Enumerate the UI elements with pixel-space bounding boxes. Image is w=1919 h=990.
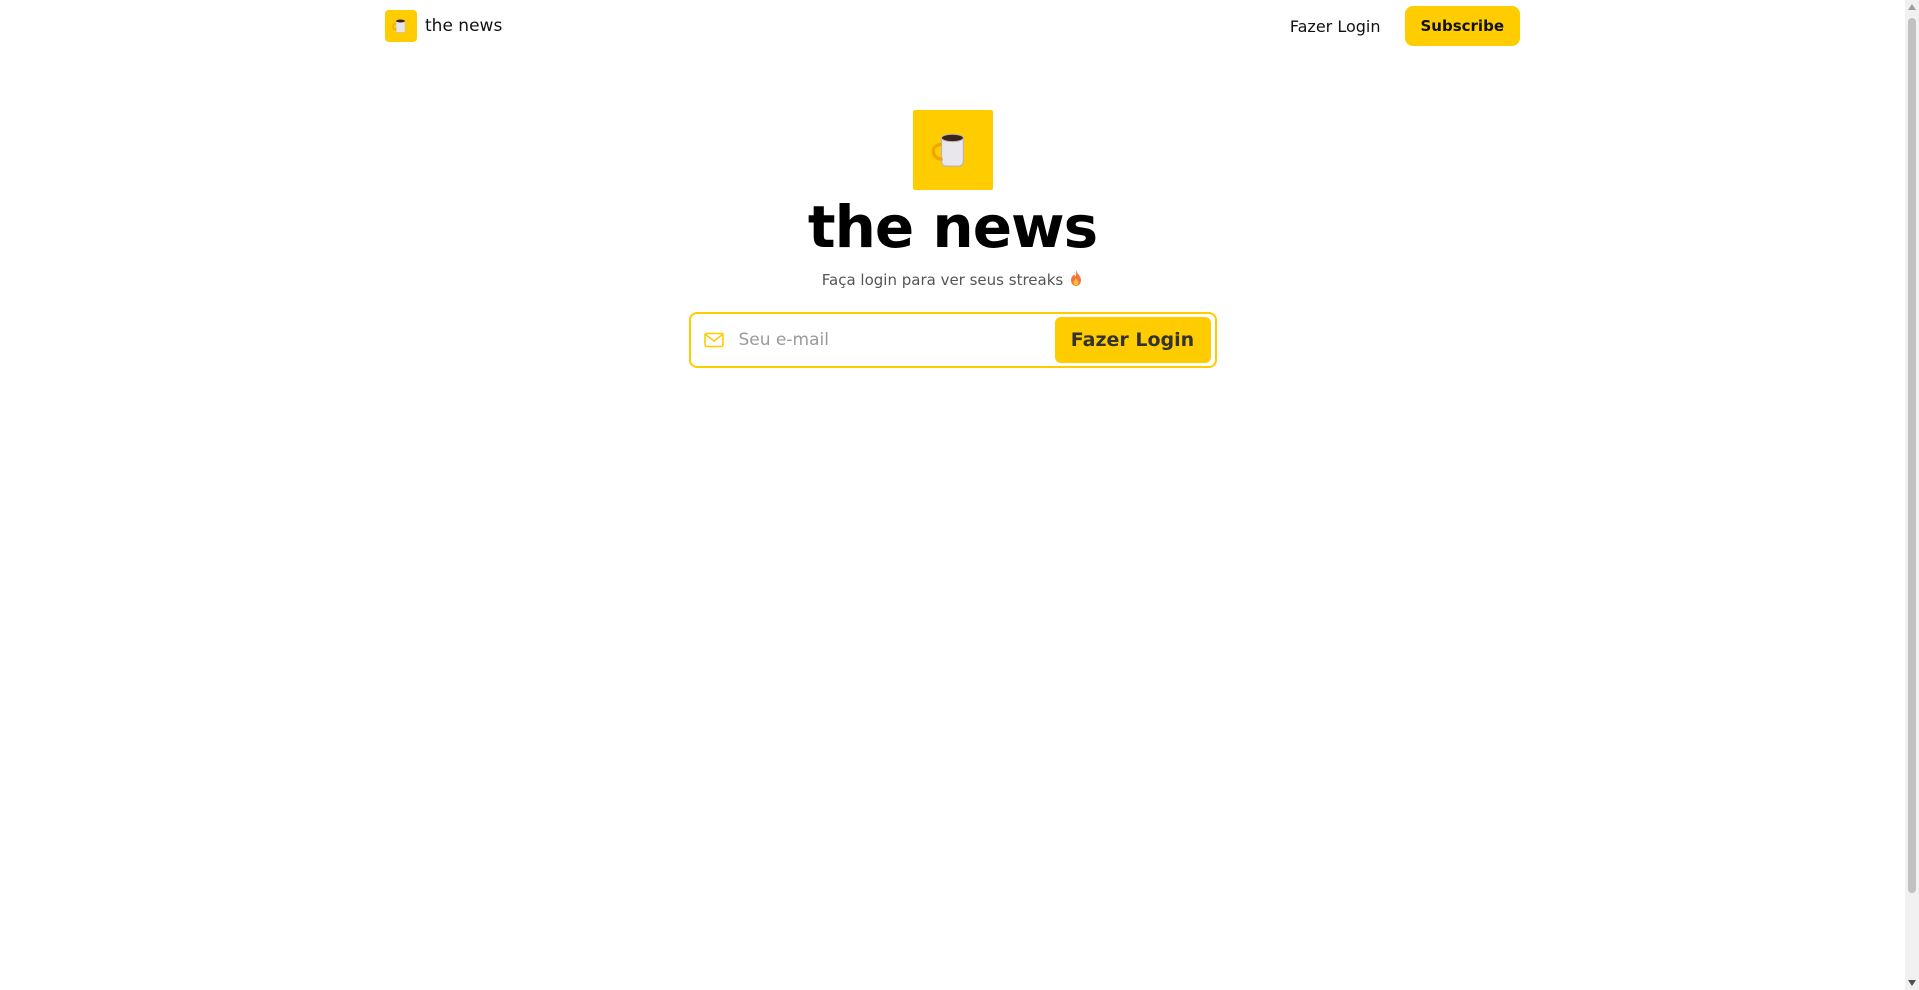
login-hero: the news Faça login para ver seus streak… — [0, 110, 1905, 368]
brand-home-link[interactable]: the news — [385, 10, 502, 42]
nav-actions: Fazer Login Subscribe — [1290, 6, 1520, 46]
top-nav: the news Fazer Login Subscribe — [0, 0, 1905, 52]
scrollbar-thumb[interactable] — [1908, 18, 1916, 893]
scroll-down-icon[interactable] — [1908, 980, 1916, 986]
coffee-mug-icon — [385, 10, 417, 42]
page-title: the news — [807, 193, 1098, 261]
brand-name: the news — [425, 16, 503, 36]
page-subtitle: Faça login para ver seus streaks — [821, 269, 1083, 290]
scroll-up-icon[interactable] — [1908, 4, 1916, 10]
subtitle-text: Faça login para ver seus streaks — [821, 270, 1064, 289]
email-input[interactable] — [738, 319, 1055, 360]
login-form: Fazer Login — [688, 311, 1217, 368]
page: the news Fazer Login Subscribe the news … — [0, 0, 1919, 990]
login-submit-button[interactable]: Fazer Login — [1054, 316, 1211, 363]
login-link[interactable]: Fazer Login — [1290, 17, 1381, 36]
mail-icon — [703, 329, 725, 351]
subscribe-button[interactable]: Subscribe — [1404, 6, 1520, 46]
page-scrollbar[interactable] — [1905, 0, 1919, 990]
fire-icon — [1069, 269, 1083, 290]
coffee-mug-icon — [912, 110, 993, 190]
